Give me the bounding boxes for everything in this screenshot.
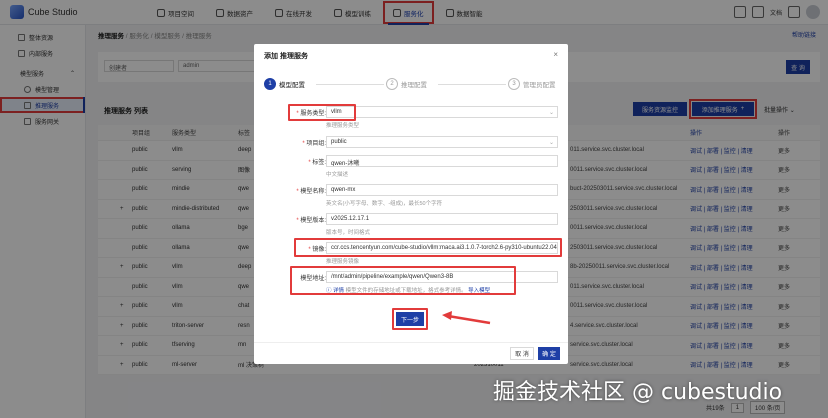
step-model-config[interactable]: 1 模型配置 [264,78,305,90]
project-select[interactable]: public ⌄ [326,136,558,148]
tag-help: 中文描述 [326,172,349,178]
image-help: 推理服务镜像 [326,259,360,265]
modal-title: 添加 推理服务 [264,53,308,60]
service-type-help: 推理服务类型 [326,123,360,129]
model-name-label: * 模型名称: [296,189,326,195]
close-icon[interactable]: × [553,50,558,59]
chevron-down-icon: ⌄ [548,110,554,116]
step-connector [316,84,384,85]
tag-input[interactable]: qwen-沐曦 [326,155,558,167]
highlight-service-type [288,104,356,121]
highlight-next-button [392,308,428,330]
tag-label: * 标签: [308,160,326,166]
project-label: * 项目组: [302,141,326,147]
service-type-select[interactable]: vllm ⌄ [326,106,558,118]
highlight-image [294,238,562,257]
model-version-label: * 模型版本: [296,218,326,224]
chevron-down-icon: ⌄ [548,140,554,146]
pointer-arrow-icon [442,311,491,325]
highlight-model-path [290,266,516,295]
model-version-help: 版本号，时间格式 [326,230,371,236]
watermark-text: 掘金技术社区 @ cubestudio [493,380,783,405]
model-version-input[interactable]: v2025.12.17.1 [326,213,558,225]
step-admin-config[interactable]: 3 管理员配置 [508,78,556,90]
cancel-button[interactable]: 取 消 [510,347,534,360]
model-name-help: 英文名(小写字母、数字、-组成)，最长50个字符 [326,201,443,207]
add-inference-service-modal: 添加 推理服务 × 1 模型配置 2 推理配置 3 管理员配置 * 服务类型: vll… [254,44,568,364]
step-connector [438,84,506,85]
modal-footer: 取 消 确 定 [254,342,568,364]
model-name-input[interactable]: qwen-mx [326,184,558,196]
step-inference-config[interactable]: 2 推理配置 [386,78,427,90]
confirm-button[interactable]: 确 定 [538,347,560,360]
